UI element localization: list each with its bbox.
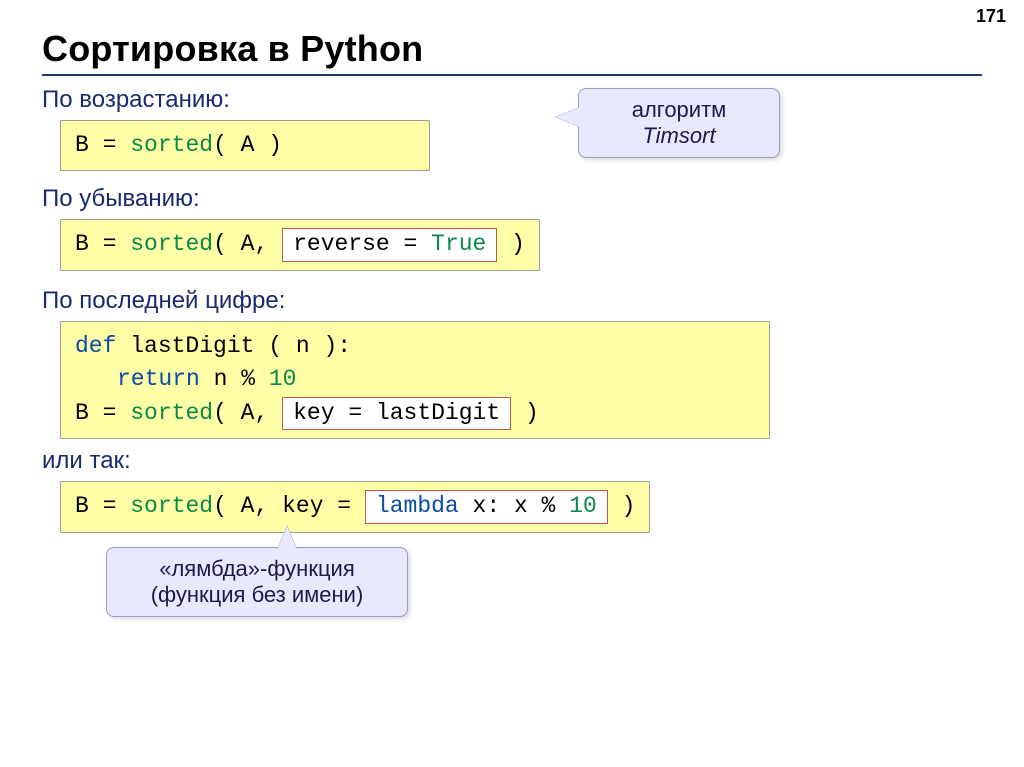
code-def: def (75, 333, 116, 359)
code-text: , key = (254, 493, 364, 519)
code-text: ) (608, 493, 636, 519)
page-title: Сортировка в Python (42, 28, 982, 70)
row-ascending: По возрастанию: B = sorted( A ) алгоритм… (42, 86, 982, 171)
codebox-ascending: B = sorted( A ) (60, 120, 430, 171)
code-text: reverse (293, 231, 390, 257)
code-text: A (241, 231, 255, 257)
code-text: ) (497, 231, 525, 257)
code-text: = (89, 231, 130, 257)
label-ascending: По возрастанию: (42, 86, 982, 114)
row-descending: По убыванию: B = sorted( A, reverse = Tr… (42, 185, 982, 271)
title-divider (42, 74, 982, 76)
code-text: = (89, 493, 130, 519)
code-text: ) (511, 400, 539, 426)
code-func: sorted (130, 400, 213, 426)
codebox-lastdigit: def lastDigit ( n ): return n % 10 B = s… (60, 321, 770, 439)
code-func: sorted (130, 132, 213, 158)
code-line: def lastDigit ( n ): (75, 330, 755, 363)
code-line: B = sorted( A, key = lastDigit ) (75, 397, 755, 431)
callout-line: «лямбда»-функция (127, 556, 387, 582)
code-line: return n % 10 (75, 363, 755, 396)
label-descending: По убыванию: (42, 185, 982, 213)
label-lastdigit: По последней цифре: (42, 287, 982, 315)
code-text: x: x % (459, 493, 569, 519)
code-text: A (241, 493, 255, 519)
code-text: B (75, 132, 89, 158)
code-text: lastDigit (376, 400, 500, 426)
callout-timsort: алгоритм Timsort (578, 88, 780, 158)
code-text: ( (213, 400, 241, 426)
callout-line: алгоритм (599, 97, 759, 123)
callout-lambda: «лямбда»-функция (функция без имени) (106, 547, 408, 617)
code-return: return (117, 366, 200, 392)
callout-line: (функция без имени) (127, 582, 387, 608)
code-text: B (75, 493, 89, 519)
code-text: A (241, 132, 255, 158)
label-orlikethis: или так: (42, 447, 982, 475)
code-text: ( (213, 132, 241, 158)
row-lastdigit: По последней цифре: def lastDigit ( n ):… (42, 287, 982, 439)
page-number: 171 (976, 6, 1006, 27)
code-text: = (335, 400, 376, 426)
inset-key-lastdigit: key = lastDigit (282, 397, 511, 431)
code-text: = (390, 231, 431, 257)
code-num: 10 (569, 493, 597, 519)
row-lambda: или так: B = sorted( A, key = lambda x: … (42, 447, 982, 533)
code-func: sorted (130, 493, 213, 519)
code-text: ( (213, 231, 241, 257)
code-text: = (89, 400, 130, 426)
code-text: lastDigit ( n ): (116, 333, 351, 359)
code-text: ( (213, 493, 241, 519)
callout-line: Timsort (599, 123, 759, 149)
inset-reverse: reverse = True (282, 228, 497, 262)
codebox-descending: B = sorted( A, reverse = True ) (60, 219, 540, 271)
code-text: n % (200, 366, 269, 392)
code-text: B (75, 400, 89, 426)
code-text: B (75, 231, 89, 257)
code-text: , (254, 231, 282, 257)
code-kw: True (431, 231, 486, 257)
callout-tail-icon (277, 526, 297, 550)
slide-content: Сортировка в Python По возрастанию: B = … (0, 0, 1024, 533)
inset-lambda: lambda x: x % 10 (365, 490, 608, 524)
code-text: A (241, 400, 255, 426)
code-func: sorted (130, 231, 213, 257)
code-text: , (254, 400, 282, 426)
code-text: ) (254, 132, 282, 158)
codebox-lambda: B = sorted( A, key = lambda x: x % 10 ) (60, 481, 650, 533)
code-num: 10 (269, 366, 297, 392)
code-text: = (89, 132, 130, 158)
callout-tail-icon (556, 107, 580, 127)
code-text: key (293, 400, 334, 426)
code-lambda-kw: lambda (376, 493, 459, 519)
